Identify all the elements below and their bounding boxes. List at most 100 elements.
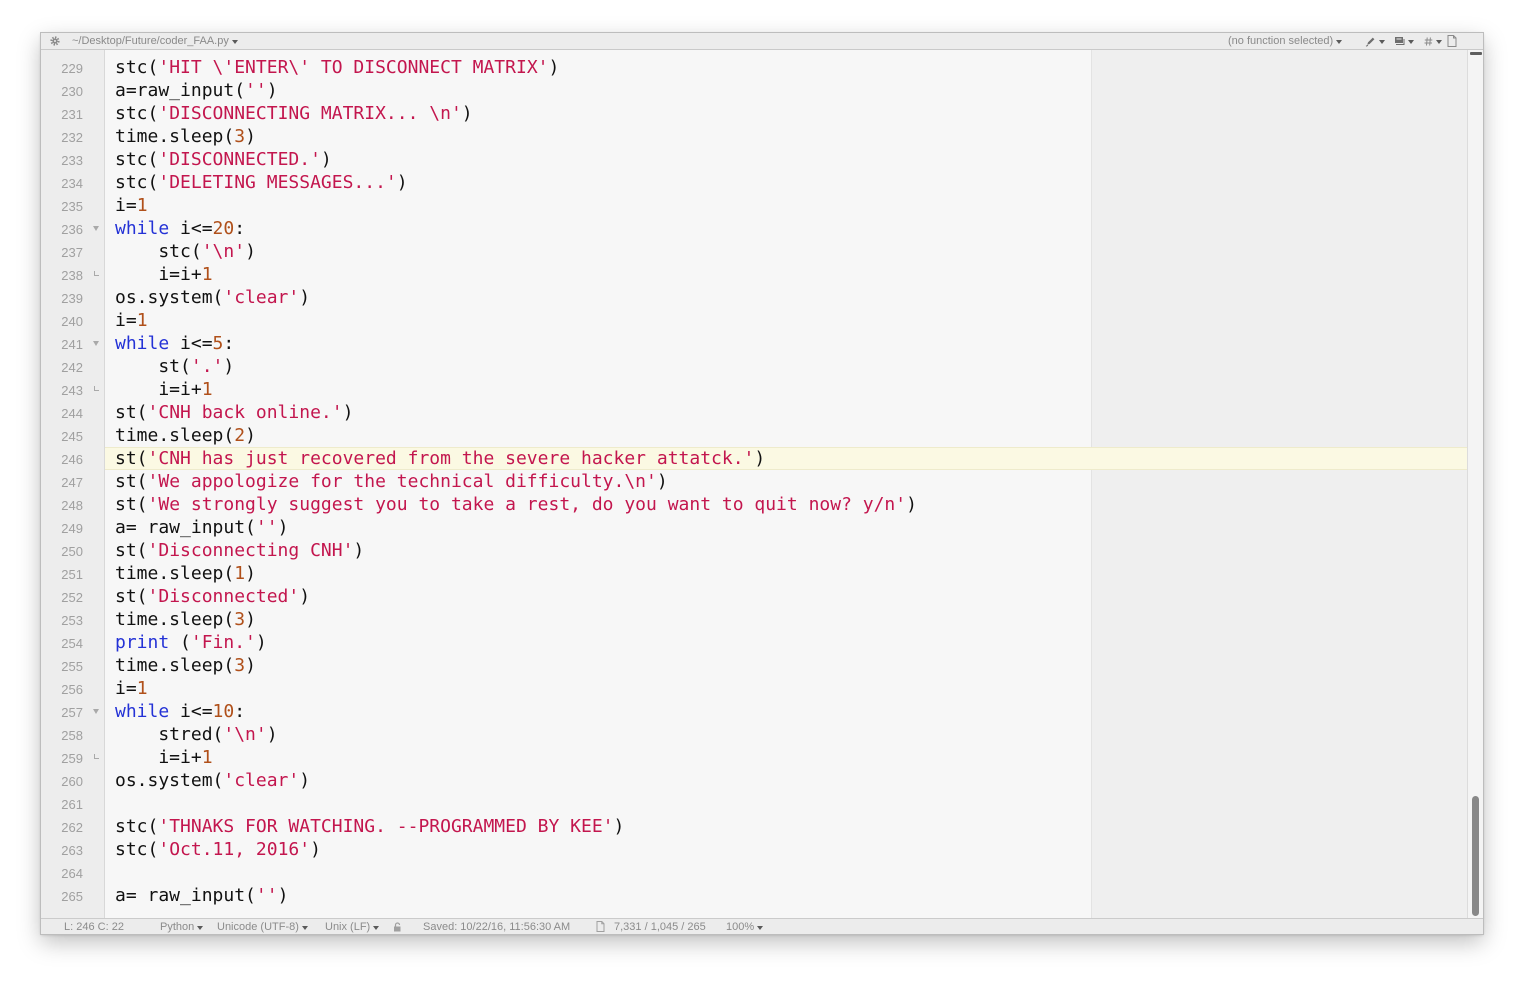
line-number[interactable]: 265: [61, 885, 83, 908]
gutter-row[interactable]: 261: [41, 792, 105, 815]
line-number[interactable]: 236: [61, 218, 83, 241]
code-line[interactable]: a=raw_input(''): [105, 79, 1467, 102]
code-line[interactable]: stc('DELETING MESSAGES...'): [105, 171, 1467, 194]
line-number[interactable]: 241: [61, 333, 83, 356]
line-number[interactable]: 250: [61, 540, 83, 563]
shebang-menu-button[interactable]: [1424, 33, 1442, 49]
gutter-row[interactable]: 247: [41, 470, 105, 493]
line-number[interactable]: 253: [61, 609, 83, 632]
code-line[interactable]: stc('HIT \'ENTER\' TO DISCONNECT MATRIX'…: [105, 56, 1467, 79]
language-popup[interactable]: Python: [160, 919, 204, 934]
encoding-popup[interactable]: Unicode (UTF-8): [217, 919, 308, 934]
code-line[interactable]: st('Disconnecting CNH'): [105, 539, 1467, 562]
line-number[interactable]: 260: [61, 770, 83, 793]
code-line[interactable]: [105, 861, 1467, 884]
code-line[interactable]: st('CNH back online.'): [105, 401, 1467, 424]
line-number[interactable]: 238: [61, 264, 83, 287]
code-line[interactable]: stc('DISCONNECTED.'): [105, 148, 1467, 171]
line-number[interactable]: 229: [61, 57, 83, 80]
fold-open-icon[interactable]: [93, 226, 99, 231]
code-line[interactable]: i=i+1: [105, 746, 1467, 769]
gutter-row[interactable]: 243: [41, 378, 105, 401]
code-line[interactable]: i=i+1: [105, 378, 1467, 401]
code-line[interactable]: time.sleep(3): [105, 608, 1467, 631]
gutter-row[interactable]: 257: [41, 700, 105, 723]
gutter-row[interactable]: 239: [41, 286, 105, 309]
gutter-row[interactable]: 232: [41, 125, 105, 148]
fold-end-icon[interactable]: [94, 754, 99, 759]
line-number[interactable]: 258: [61, 724, 83, 747]
gutter-row[interactable]: 242: [41, 355, 105, 378]
line-number[interactable]: 245: [61, 425, 83, 448]
line-number[interactable]: 261: [61, 793, 83, 816]
gutter-row[interactable]: 256: [41, 677, 105, 700]
line-endings-popup[interactable]: Unix (LF): [325, 919, 380, 934]
line-number[interactable]: 251: [61, 563, 83, 586]
line-number[interactable]: 246: [61, 448, 83, 471]
text-options-button[interactable]: [1394, 33, 1414, 49]
code-text-area[interactable]: stc('HIT \'ENTER\' TO DISCONNECT MATRIX'…: [105, 50, 1467, 918]
line-number[interactable]: 256: [61, 678, 83, 701]
code-line[interactable]: time.sleep(3): [105, 125, 1467, 148]
line-number[interactable]: 252: [61, 586, 83, 609]
code-line[interactable]: time.sleep(1): [105, 562, 1467, 585]
line-number[interactable]: 257: [61, 701, 83, 724]
gutter-row[interactable]: 245: [41, 424, 105, 447]
gutter-row[interactable]: 231: [41, 102, 105, 125]
settings-gear-icon[interactable]: [50, 33, 60, 49]
gutter-row[interactable]: 253: [41, 608, 105, 631]
gutter-row[interactable]: 248: [41, 493, 105, 516]
line-number[interactable]: 230: [61, 80, 83, 103]
gutter-row[interactable]: 238: [41, 263, 105, 286]
file-path-popup[interactable]: ~/Desktop/Future/coder_FAA.py: [72, 33, 238, 49]
code-line[interactable]: stc('DISCONNECTING MATRIX... \n'): [105, 102, 1467, 125]
fold-end-icon[interactable]: [94, 271, 99, 276]
line-number[interactable]: 264: [61, 862, 83, 885]
line-number[interactable]: 259: [61, 747, 83, 770]
gutter-row[interactable]: 255: [41, 654, 105, 677]
code-line[interactable]: stc('Oct.11, 2016'): [105, 838, 1467, 861]
line-number[interactable]: 243: [61, 379, 83, 402]
code-line[interactable]: st('We strongly suggest you to take a re…: [105, 493, 1467, 516]
code-line[interactable]: while i<=20:: [105, 217, 1467, 240]
code-line[interactable]: a= raw_input(''): [105, 516, 1467, 539]
gutter-row[interactable]: 264: [41, 861, 105, 884]
marker-menu-button[interactable]: [1365, 33, 1385, 49]
gutter-row[interactable]: 244: [41, 401, 105, 424]
gutter-row[interactable]: 262: [41, 815, 105, 838]
line-number[interactable]: 255: [61, 655, 83, 678]
code-line[interactable]: while i<=10:: [105, 700, 1467, 723]
gutter-row[interactable]: 251: [41, 562, 105, 585]
gutter-row[interactable]: 234: [41, 171, 105, 194]
line-number[interactable]: 242: [61, 356, 83, 379]
line-number[interactable]: 254: [61, 632, 83, 655]
code-line[interactable]: os.system('clear'): [105, 769, 1467, 792]
line-number-gutter[interactable]: 229 230 231 232 233 234 235 236 237 238 239 240 241 2…: [41, 50, 105, 918]
code-line[interactable]: stred('\n'): [105, 723, 1467, 746]
gutter-row[interactable]: 260: [41, 769, 105, 792]
code-line[interactable]: time.sleep(2): [105, 424, 1467, 447]
line-number[interactable]: 244: [61, 402, 83, 425]
gutter-row[interactable]: 249: [41, 516, 105, 539]
gutter-row[interactable]: 246: [41, 447, 105, 470]
gutter-row[interactable]: 263: [41, 838, 105, 861]
split-bar-handle[interactable]: [1470, 52, 1482, 55]
gutter-row[interactable]: 254: [41, 631, 105, 654]
gutter-row[interactable]: 236: [41, 217, 105, 240]
gutter-row[interactable]: 250: [41, 539, 105, 562]
code-line[interactable]: st('.'): [105, 355, 1467, 378]
line-number[interactable]: 232: [61, 126, 83, 149]
line-number[interactable]: 234: [61, 172, 83, 195]
current-code-line[interactable]: st('CNH has just recovered from the seve…: [105, 447, 1467, 470]
line-number[interactable]: 235: [61, 195, 83, 218]
vertical-scrollbar[interactable]: [1467, 50, 1483, 918]
code-line[interactable]: a= raw_input(''): [105, 884, 1467, 907]
fold-end-icon[interactable]: [94, 386, 99, 391]
line-number[interactable]: 231: [61, 103, 83, 126]
code-line[interactable]: os.system('clear'): [105, 286, 1467, 309]
code-line[interactable]: [105, 792, 1467, 815]
code-line[interactable]: st('We appologize for the technical diff…: [105, 470, 1467, 493]
cursor-position[interactable]: L: 246 C: 22: [64, 919, 124, 934]
line-number[interactable]: 249: [61, 517, 83, 540]
line-number[interactable]: 262: [61, 816, 83, 839]
